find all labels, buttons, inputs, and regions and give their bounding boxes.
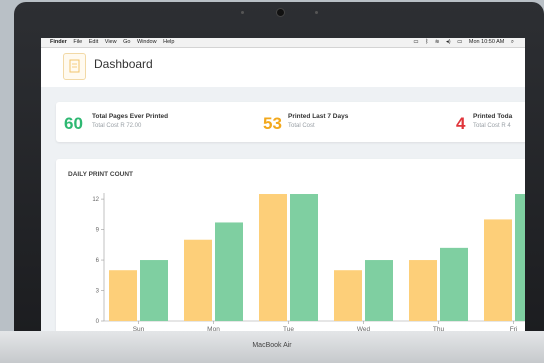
mac-menubar: Finder File Edit View Go Window Help ▭ ᛒ…: [41, 38, 525, 48]
menu-go[interactable]: Go: [123, 39, 130, 45]
x-tick-label-tue: Tue: [283, 326, 294, 331]
stat-today-cost: Total Cost R 4: [473, 123, 511, 129]
menu-finder[interactable]: Finder: [50, 39, 67, 45]
y-tick-label: 9: [96, 228, 100, 234]
bar-tue-1: [259, 194, 287, 321]
menu-help[interactable]: Help: [163, 39, 174, 45]
y-tick-label: 6: [96, 258, 100, 264]
stats-card: 60 Total Pages Ever Printed Total Cost R…: [56, 102, 525, 142]
bar-fri-1: [484, 219, 512, 321]
x-tick-label-thu: Thu: [433, 326, 445, 331]
bar-sun-2: [140, 260, 168, 321]
menu-view[interactable]: View: [105, 39, 117, 45]
camera-indicator-right: [315, 11, 318, 14]
screen: Finder File Edit View Go Window Help ▭ ᛒ…: [41, 38, 525, 331]
volume-icon[interactable]: ◂): [446, 39, 451, 45]
stat-total-number: 60: [64, 114, 83, 133]
bar-wed-2: [365, 260, 393, 321]
document-icon: [63, 53, 86, 80]
stat-week-title: Printed Last 7 Days: [288, 113, 349, 120]
menu-edit[interactable]: Edit: [89, 39, 98, 45]
daily-print-chart-card: DAILY PRINT COUNT 0 3 6 9 12 Sun Mon Tue Wed Thu F…: [56, 159, 525, 331]
stat-today-number: 4: [456, 114, 466, 133]
daily-print-chart: 0 3 6 9 12 Sun Mon Tue Wed Thu Fri: [92, 193, 525, 331]
device-brand: MacBook Air: [252, 342, 292, 349]
camera-indicator-left: [241, 11, 244, 14]
bar-thu-2: [440, 247, 468, 321]
stat-week-number: 53: [263, 114, 282, 133]
x-tick-label-fri: Fri: [510, 326, 518, 331]
stat-today-title: Printed Toda: [473, 113, 513, 120]
bar-tue-2: [290, 194, 318, 321]
menu-window[interactable]: Window: [137, 39, 157, 45]
y-tick-label: 3: [96, 289, 100, 295]
page-title: Dashboard: [94, 57, 153, 71]
camera-icon: [276, 8, 285, 17]
airplay-icon[interactable]: ▭: [413, 39, 418, 45]
bar-thu-1: [409, 260, 437, 321]
bar-mon-1: [184, 239, 212, 321]
battery-icon[interactable]: ▭: [457, 39, 462, 45]
spotlight-icon[interactable]: ⌕: [511, 39, 514, 45]
stat-total-title: Total Pages Ever Printed: [92, 113, 169, 120]
menu-file[interactable]: File: [73, 39, 82, 45]
wifi-icon[interactable]: ≋: [435, 39, 440, 45]
x-tick-label-wed: Wed: [357, 326, 371, 331]
y-tick-label: 0: [96, 319, 100, 325]
x-tick-label-mon: Mon: [207, 326, 220, 331]
stat-week-cost: Total Cost: [288, 123, 315, 129]
bar-mon-2: [215, 222, 243, 321]
x-tick-label-sun: Sun: [133, 326, 145, 331]
bar-sun-1: [109, 270, 137, 321]
bluetooth-icon[interactable]: ᛒ: [425, 39, 428, 45]
y-tick-label: 12: [92, 197, 99, 203]
bar-wed-1: [334, 270, 362, 321]
app-header: Dashboard: [41, 48, 525, 87]
bar-fri-2: [515, 194, 525, 321]
clock[interactable]: Mon 10:50 AM: [469, 39, 504, 45]
stat-total-cost: Total Cost R 72.00: [92, 123, 142, 129]
